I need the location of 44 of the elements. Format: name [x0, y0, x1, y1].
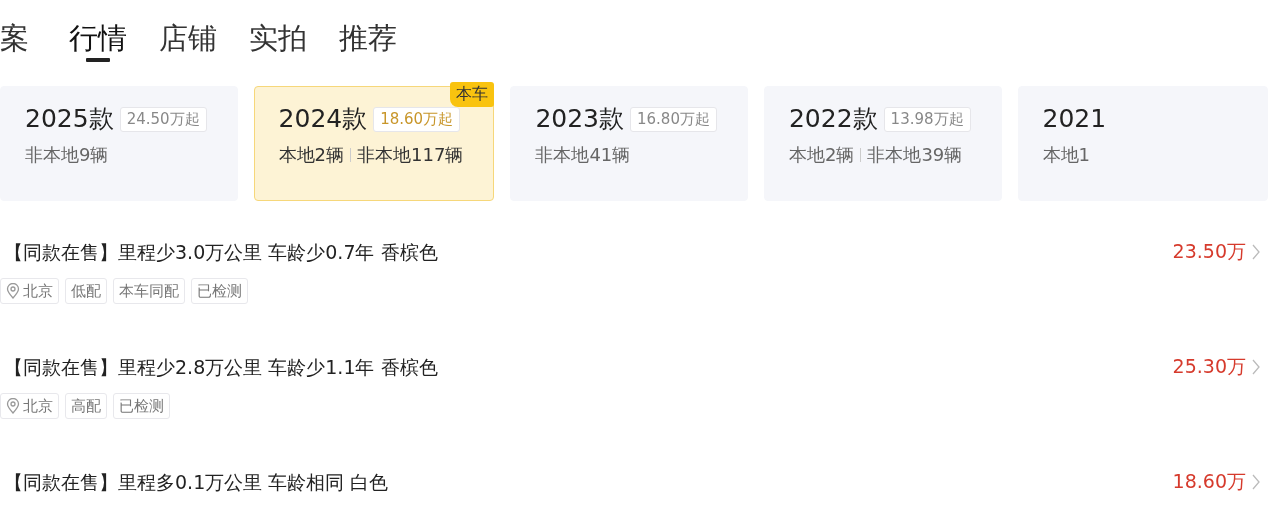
chevron-right-icon[interactable]	[1252, 474, 1260, 490]
vehicle-count: 本地2辆	[788, 143, 855, 167]
vehicle-count: 非本地117辆	[357, 143, 464, 167]
chevron-right-icon[interactable]	[1252, 359, 1260, 375]
model-year: 2022款	[788, 103, 878, 135]
model-year: 2024款	[278, 103, 368, 135]
tab[interactable]: 推荐	[339, 14, 397, 62]
model-year-card[interactable]: 2022款 13.98万起 本地2辆 非本地39辆	[763, 86, 1002, 201]
model-year-card[interactable]: 2023款 16.80万起 非本地41辆	[510, 86, 748, 201]
chevron-right-icon[interactable]	[1252, 244, 1260, 260]
location-text: 北京	[23, 281, 53, 301]
model-year: 2023款	[535, 103, 624, 135]
starting-price-tag: 24.50万起	[119, 106, 207, 132]
listing-title[interactable]: 【同款在售】里程少2.8万公里 车龄少1.1年 香槟色	[4, 353, 438, 381]
vehicle-count: 非本地9辆	[25, 143, 109, 167]
feature-tag: 本车同配	[113, 278, 185, 304]
tab[interactable]: 店铺	[159, 14, 217, 62]
vehicle-count: 非本地41辆	[535, 143, 631, 167]
current-car-badge: 本车	[450, 82, 495, 107]
listing-title[interactable]: 【同款在售】里程多0.1万公里 车龄相同 白色	[4, 468, 389, 496]
tab[interactable]: 实拍	[249, 14, 307, 62]
listing-price: 18.60万	[1172, 469, 1246, 494]
model-year-card[interactable]: 2025款 24.50万起 非本地9辆	[0, 86, 238, 201]
vehicle-count: 非本地39辆	[867, 143, 963, 167]
feature-tag: 已检测	[191, 278, 248, 304]
location-text: 北京	[23, 396, 53, 416]
model-year: 2025款	[25, 103, 114, 135]
feature-tag: 低配	[65, 278, 107, 304]
location-pin-icon	[6, 398, 20, 414]
listing-price: 23.50万	[1172, 239, 1246, 264]
active-tab-indicator	[86, 58, 110, 62]
tab[interactable]: 案	[0, 14, 29, 62]
model-year: 2021	[1042, 103, 1107, 135]
listing-title[interactable]: 【同款在售】里程少3.0万公里 车龄少0.7年 香槟色	[4, 238, 438, 266]
tab[interactable]: 行情	[69, 14, 127, 62]
starting-price-tag: 18.60万起	[373, 106, 461, 132]
starting-price-tag: 13.98万起	[883, 106, 971, 132]
location-pin-icon	[6, 283, 20, 299]
feature-tag: 已检测	[113, 393, 170, 419]
vehicle-count: 本地2辆	[278, 143, 345, 167]
feature-tag: 高配	[65, 393, 107, 419]
vehicle-count: 本地1	[1042, 143, 1090, 167]
starting-price-tag: 16.80万起	[630, 106, 717, 132]
listing-price: 25.30万	[1172, 354, 1246, 379]
